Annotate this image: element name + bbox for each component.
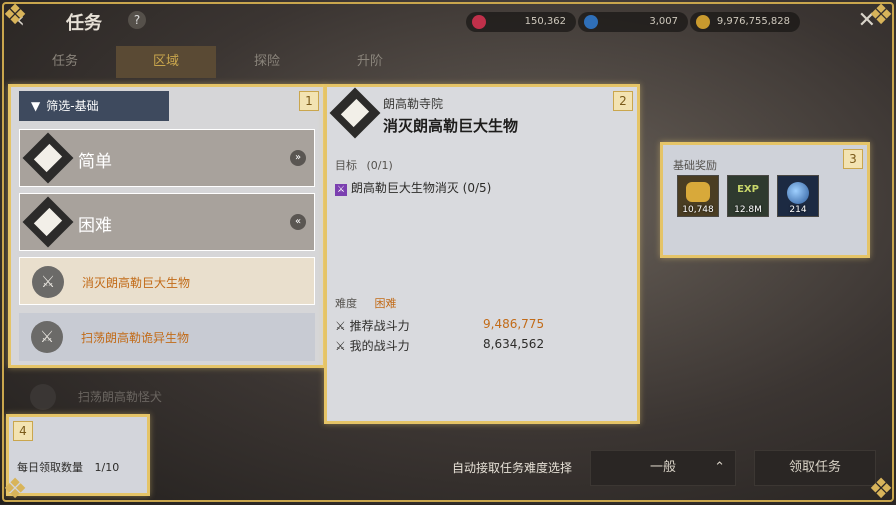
gold-coins-icon[interactable]: 10,748 (677, 175, 719, 217)
category-label: 简单 (78, 152, 112, 172)
filter-button[interactable]: ▼ 筛选-基础 (19, 91, 169, 121)
category-easy[interactable]: 简单 » (19, 129, 315, 187)
reward-title: 基础奖励 (673, 159, 717, 172)
corner-ornament-icon: ❖ (2, 0, 28, 31)
quest-location: 朗高勒寺院 (383, 97, 444, 111)
difficulty-select[interactable]: 一般 ⌃ (590, 450, 736, 486)
panel-number-badge: 4 (13, 421, 33, 441)
crossed-swords-icon: ⚔ (31, 321, 63, 353)
daily-count-row: 每日领取数量 1/10 (17, 461, 120, 474)
tab-upgrade[interactable]: 升阶 (330, 46, 410, 78)
objective-label: 目标 (335, 159, 357, 172)
red-gem-icon (472, 15, 486, 29)
corner-ornament-icon: ❖ (868, 472, 894, 505)
scroll-icon (329, 87, 381, 139)
panel-number-badge: 1 (299, 91, 319, 111)
panel-number-badge: 3 (843, 149, 863, 169)
blue-gem-icon (584, 15, 598, 29)
crossed-swords-icon: ⚔ (32, 266, 64, 298)
resource-gold[interactable]: 9,976,755,828 (690, 12, 800, 32)
filter-icon: ▼ (31, 99, 41, 113)
chevron-up-icon: ⌃ (714, 460, 725, 475)
resource-blue-gem[interactable]: 3,007 (578, 12, 688, 32)
exp-icon[interactable]: EXP 12.8M (727, 175, 769, 217)
objective-item: ⚔ 朗高勒巨大生物消灭 (0/5) (335, 181, 492, 196)
gold-coin-icon (696, 15, 710, 29)
help-icon[interactable]: ? (128, 11, 146, 29)
quest-item-selected[interactable]: ⚔ 消灭朗高勒巨大生物 (19, 257, 315, 305)
tab-task[interactable]: 任务 (30, 46, 100, 78)
quest-name: 消灭朗高勒巨大生物 (383, 117, 519, 135)
corner-ornament-icon: ❖ (868, 0, 894, 31)
scroll-icon (22, 196, 74, 248)
power-icon: ⚔ (335, 319, 346, 333)
tab-explore[interactable]: 探险 (230, 46, 304, 78)
scroll-icon (22, 132, 74, 184)
quest-detail-panel: 2 朗高勒寺院 消灭朗高勒巨大生物 目标 (0/1) ⚔ 朗高勒巨大生物消灭 (… (324, 84, 640, 424)
tab-region[interactable]: 区域 (116, 46, 216, 78)
collapse-icon[interactable]: « (290, 214, 306, 230)
power-icon: ⚔ (335, 339, 346, 353)
top-bar: ‹ 任务 ? 150,362 3,007 9,976,755,828 ✕ (0, 0, 896, 42)
resource-red-gem[interactable]: 150,362 (466, 12, 576, 32)
difficulty-value: 困难 (374, 297, 397, 310)
category-hard[interactable]: 困难 « (19, 193, 315, 251)
orb-icon[interactable]: 214 (777, 175, 819, 217)
difficulty-label: 难度 (335, 297, 357, 310)
my-power-row: ⚔ 我的战斗力 8,634,562 (335, 337, 545, 353)
reward-panel: 3 基础奖励 10,748 EXP 12.8M 214 (660, 142, 870, 258)
quest-item[interactable]: ⚔ 扫荡朗高勒诡异生物 (19, 313, 315, 361)
quest-list-panel: 1 ▼ 筛选-基础 简单 » 困难 « ⚔ 消灭朗高勒巨大生物 ⚔ 扫荡朗高勒诡异… (8, 84, 326, 368)
category-label: 困难 (78, 216, 112, 236)
accept-quest-button[interactable]: 领取任务 (754, 450, 876, 486)
expand-icon[interactable]: » (290, 150, 306, 166)
panel-number-badge: 2 (613, 91, 633, 111)
crossed-swords-icon: ⚔ (335, 184, 347, 196)
quest-icon (30, 384, 56, 410)
objective-count: (0/1) (366, 159, 393, 172)
page-title: 任务 (66, 13, 102, 34)
auto-accept-label: 自动接取任务难度选择 (452, 461, 573, 475)
corner-ornament-icon: ❖ (2, 472, 28, 505)
recommend-power-row: ⚔ 推荐战斗力 9,486,775 (335, 317, 545, 333)
quest-item-hidden[interactable]: 扫荡朗高勒怪犬 (30, 384, 162, 410)
